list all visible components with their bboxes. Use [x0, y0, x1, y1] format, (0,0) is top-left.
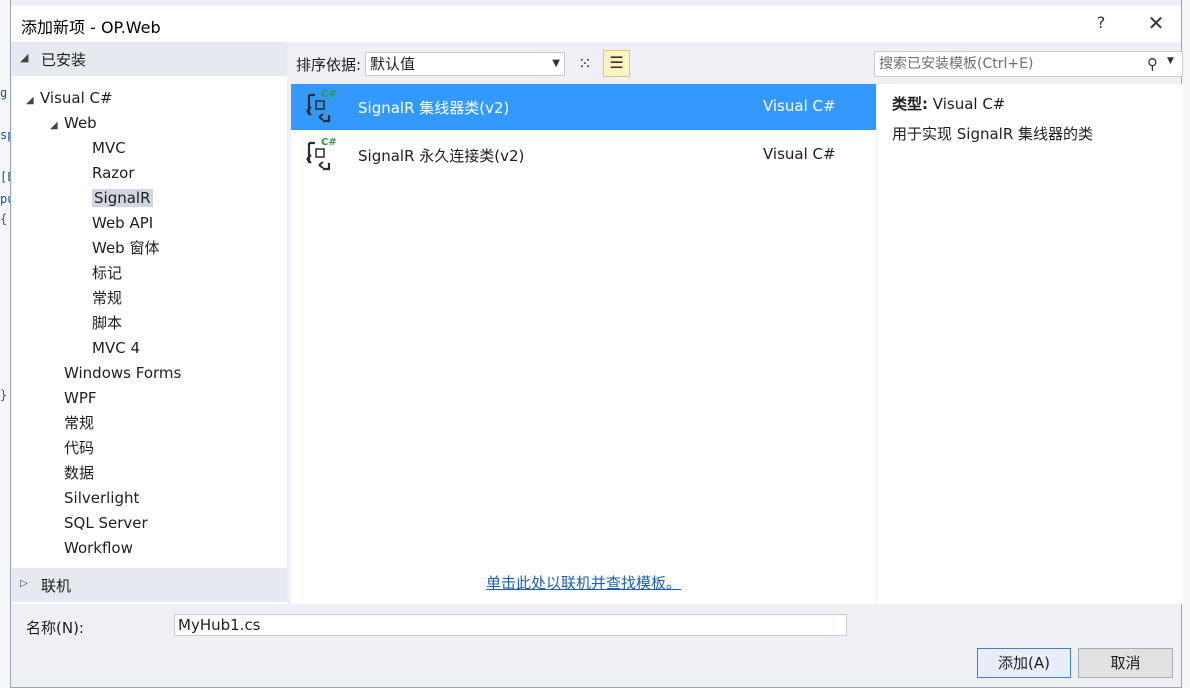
collapsed-triangle-icon: ▷ [20, 578, 28, 589]
help-button[interactable]: ? [1086, 8, 1116, 38]
search-icon[interactable]: ⚲ [1147, 55, 1158, 73]
csharp-badge: C# [321, 137, 337, 148]
tree-item-label: 代码 [64, 439, 95, 457]
template-language: Visual C# [763, 145, 836, 163]
tree-item-label: 标记 [92, 264, 123, 282]
tree-item[interactable]: 脚本 [82, 311, 122, 335]
name-label: 名称(N): [26, 619, 84, 637]
installed-section-header[interactable]: ◢ 已安装 [12, 42, 287, 76]
code-fragment: g [0, 86, 8, 100]
tree-item[interactable]: 标记 [82, 261, 122, 285]
template-language: Visual C# [763, 97, 836, 115]
template-search-box[interactable]: ⚲ ▼ [874, 51, 1183, 77]
code-fragment: } [0, 388, 8, 402]
tree-item-label: Workflow [64, 539, 133, 557]
template-details-panel: 类型: Visual C# 用于实现 SignalR 集线器的类 [877, 84, 1183, 604]
detail-description: 用于实现 SignalR 集线器的类 [892, 125, 1094, 143]
tree-item-label: Windows Forms [64, 364, 182, 382]
tree-item[interactable]: Silverlight [50, 486, 139, 510]
tree-item[interactable]: 常规 [82, 286, 122, 310]
tree-item-label: 数据 [64, 464, 95, 482]
template-list-panel: C# SignalR 集线器类(v2) Visual C# C# SignalR… [291, 84, 876, 604]
grid-view-button[interactable]: ⁙ [572, 51, 598, 77]
tree-item[interactable]: SQL Server [50, 511, 148, 535]
tree-item-label: 脚本 [92, 314, 123, 332]
cancel-button[interactable]: 取消 [1078, 648, 1173, 678]
tree-item-label: SignalR [92, 189, 153, 207]
tree-item[interactable]: SignalR [82, 186, 153, 210]
tree-item-label: Web 窗体 [92, 239, 160, 257]
detail-type: 类型: Visual C# [892, 93, 1005, 114]
tree-item-label: Razor [92, 164, 135, 182]
expanded-triangle-icon: ◢ [20, 51, 29, 64]
list-view-icon: ☰ [609, 53, 624, 72]
tree-item[interactable]: MVC 4 [82, 336, 140, 360]
tree-item[interactable]: 代码 [50, 436, 94, 460]
dialog-title: 添加新项 - OP.Web [21, 18, 161, 37]
template-name: SignalR 集线器类(v2) [358, 99, 510, 117]
template-item-signalr-persistent-connection[interactable]: C# SignalR 永久连接类(v2) Visual C# [291, 132, 876, 178]
search-options-arrow-icon[interactable]: ▼ [1167, 56, 1174, 66]
tree-item-label: 常规 [92, 289, 123, 307]
tree-item-label: 常规 [64, 414, 95, 432]
file-name-input[interactable] [174, 614, 847, 636]
tree-item[interactable]: WPF [50, 386, 97, 410]
tree-item-label: Web [64, 114, 97, 132]
sort-label: 排序依据: [296, 56, 362, 74]
tree-item[interactable]: Workflow [50, 536, 133, 560]
dialog-titlebar[interactable]: 添加新项 - OP.Web ? ✕ [11, 6, 1181, 42]
close-button[interactable]: ✕ [1141, 8, 1171, 38]
tree-item-label: SQL Server [64, 514, 148, 532]
tree-item-label: Visual C# [40, 89, 113, 107]
tree-item-label: WPF [64, 389, 97, 407]
csharp-badge: C# [321, 89, 337, 100]
tree-item[interactable]: Razor [82, 161, 135, 185]
dropdown-arrow-icon: ▼ [552, 58, 560, 69]
online-section-header[interactable]: ▷ 联机 [12, 568, 287, 602]
csharp-template-icon: C# [306, 137, 337, 171]
category-tree-panel: ◢ 已安装 ◢ Visual C# ◢ Web MVC Razor SignalR Web A… [12, 42, 287, 604]
tree-item-label: Silverlight [64, 489, 140, 507]
tree-item-label: Web API [92, 214, 154, 232]
tree-item[interactable]: ◢ Web [50, 111, 97, 135]
detail-type-value: Visual C# [932, 95, 1006, 113]
add-new-item-dialog: 添加新项 - OP.Web ? ✕ ◢ 已安装 ◢ Visual C# ◢ Web MV… [10, 0, 1183, 688]
grid-view-icon: ⁙ [578, 54, 592, 73]
tree-item[interactable]: 数据 [50, 461, 94, 485]
installed-label: 已安装 [41, 51, 87, 69]
csharp-template-icon: C# [306, 89, 337, 123]
tree-item-label: MVC 4 [92, 339, 140, 357]
add-button[interactable]: 添加(A) [977, 648, 1071, 678]
tree-item[interactable]: ◢ Visual C# [26, 86, 113, 110]
online-label: 联机 [41, 577, 72, 595]
tree-item[interactable]: MVC [82, 136, 126, 160]
expanded-triangle-icon: ◢ [26, 95, 34, 106]
sort-value: 默认值 [370, 55, 416, 73]
tree-item[interactable]: Web API [82, 211, 153, 235]
tree-item-label: MVC [92, 139, 126, 157]
tree-item[interactable]: Windows Forms [50, 361, 181, 385]
template-search-input[interactable] [879, 54, 1141, 74]
tree-item[interactable]: 常规 [50, 411, 94, 435]
sort-dropdown[interactable]: 默认值 ▼ [365, 52, 565, 76]
expanded-triangle-icon: ◢ [50, 120, 58, 131]
template-item-signalr-hub[interactable]: C# SignalR 集线器类(v2) Visual C# [291, 84, 876, 130]
code-fragment: { [0, 212, 8, 226]
find-online-templates-link[interactable]: 单击此处以联机并查找模板。 [486, 572, 681, 593]
tree-item[interactable]: Web 窗体 [82, 236, 159, 260]
template-name: SignalR 永久连接类(v2) [358, 147, 525, 165]
list-view-button[interactable]: ☰ [603, 50, 630, 77]
detail-type-label: 类型: [892, 95, 928, 113]
